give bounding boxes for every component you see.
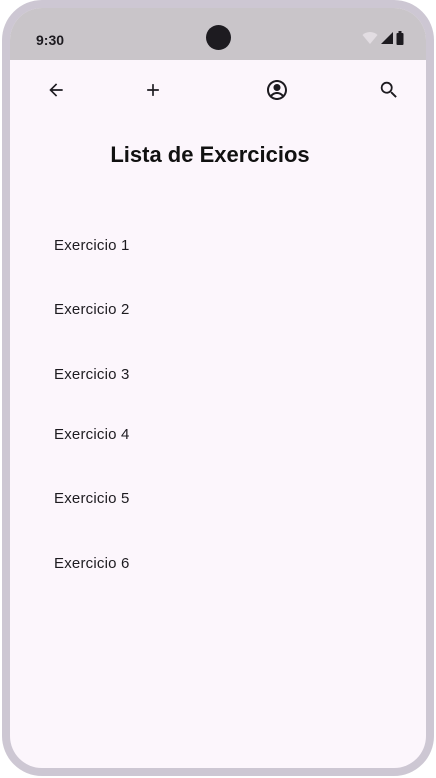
list-item[interactable]: Exercicio 1 bbox=[54, 237, 130, 254]
status-bar: 9:30 bbox=[10, 8, 426, 60]
list-item[interactable]: Exercicio 4 bbox=[54, 426, 130, 443]
page-title: Lista de Exercicios bbox=[110, 142, 310, 167]
status-icons bbox=[362, 30, 404, 50]
camera-cutout bbox=[206, 25, 231, 50]
wifi-icon bbox=[362, 31, 378, 50]
battery-icon bbox=[396, 30, 404, 50]
add-icon bbox=[143, 80, 163, 105]
search-button[interactable] bbox=[369, 72, 409, 112]
signal-icon bbox=[380, 31, 394, 50]
device-frame: 9:30 Lista de Exercicios Exercicio 1 Exe… bbox=[2, 0, 434, 776]
list-item[interactable]: Exercicio 2 bbox=[54, 301, 130, 318]
status-time: 9:30 bbox=[36, 32, 65, 48]
account-button[interactable] bbox=[257, 72, 297, 112]
list-item[interactable]: Exercicio 5 bbox=[54, 490, 130, 507]
list-item[interactable]: Exercicio 3 bbox=[54, 366, 130, 383]
back-button[interactable] bbox=[36, 72, 76, 112]
search-icon bbox=[378, 79, 400, 106]
add-button[interactable] bbox=[133, 72, 173, 112]
top-app-bar bbox=[10, 60, 426, 124]
back-arrow-icon bbox=[46, 80, 66, 105]
screen: 9:30 Lista de Exercicios Exercicio 1 Exe… bbox=[10, 8, 426, 768]
account-circle-icon bbox=[265, 78, 289, 107]
list-item[interactable]: Exercicio 6 bbox=[54, 555, 130, 572]
